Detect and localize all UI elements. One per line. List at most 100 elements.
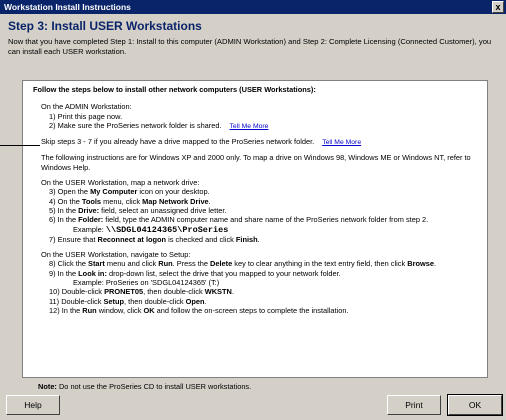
step-text: Ensure that [57, 234, 98, 244]
step-number: 6) [49, 215, 58, 225]
ok-button[interactable]: OK [447, 394, 503, 416]
step-text: . [204, 296, 207, 306]
step-text: Browse [407, 259, 434, 269]
step-text: menu, click [101, 196, 143, 206]
print-button[interactable]: Print [387, 395, 441, 415]
map-step: 7) Ensure that Reconnect at logon is che… [33, 235, 479, 244]
close-icon[interactable]: x [492, 1, 504, 13]
step-text: , then double-click [143, 287, 205, 297]
step-text: Tools [81, 196, 102, 206]
panel-heading: Follow the steps below to install other … [33, 85, 316, 94]
step-text: Double-click [61, 287, 105, 297]
map-header: On the USER Workstation, map a network d… [41, 178, 200, 188]
step-text: Double-click [61, 296, 104, 306]
step-text: . [208, 196, 211, 206]
step-text: Map Network Drive [142, 196, 209, 206]
admin-step: 1) Print this page now. [33, 112, 479, 121]
step-text: , then double-click [124, 296, 186, 306]
step-text: window, click [96, 305, 144, 315]
step-text: Run [82, 305, 97, 315]
step-text: Finish [235, 234, 258, 244]
step-number: 4) [49, 196, 58, 206]
footer-note: Note: Do not use the ProSeries CD to ins… [38, 382, 251, 391]
step-text: drop-down list, select the drive that yo… [106, 268, 341, 278]
map-step: 6) In the Folder: field, type the ADMIN … [33, 215, 479, 224]
step-text: Delete [210, 259, 233, 269]
map-step: 5) In the Drive: field, select an unassi… [33, 206, 479, 215]
map-steps-list: 3) Open the My Computer icon on your des… [33, 187, 479, 224]
setup-steps-list-2: 10) Double-click PRONET05, then double-c… [33, 287, 479, 315]
step-text: menu and click [104, 259, 159, 269]
step-text: field, select an unassigned drive letter… [99, 205, 227, 215]
example-label: Example: [73, 224, 104, 234]
step-number: 5) [49, 205, 58, 215]
step-title: Step 3: Install USER Workstations [8, 19, 202, 33]
step-number: 9) [49, 268, 58, 278]
setup-step: 9) In the Look in: drop-down list, selec… [33, 269, 479, 278]
step-number: 12) [49, 305, 62, 315]
note-label: Note: [38, 382, 57, 391]
step-text: . [231, 287, 234, 297]
step-text: Start [88, 259, 105, 269]
step-text: On the [57, 196, 82, 206]
step-number: 11) [49, 296, 62, 306]
setup-step: 10) Double-click PRONET05, then double-c… [33, 287, 479, 296]
step-text: Drive: [78, 205, 100, 215]
tell-me-more-link-skip[interactable]: Tell Me More [322, 139, 361, 146]
step-text: key to clear anything in the text entry … [232, 259, 408, 269]
setup-step: 8) Click the Start menu and click Run. P… [33, 259, 479, 268]
step-text: Open the [57, 187, 91, 197]
step-text: PRONET05 [104, 287, 144, 297]
step-7: 7) Ensure that Reconnect at logon is che… [33, 235, 479, 244]
example-line: Example: \\SDGL04124365\ProSeries [33, 225, 479, 235]
step-text: Look in: [78, 268, 107, 278]
note-text: Do not use the ProSeries CD to install U… [56, 382, 252, 391]
step-text: and follow the on-screen steps to comple… [154, 305, 349, 315]
step9-example: Example: ProSeries on 'SDGL04124365' (T:… [73, 278, 220, 288]
example-path: \\SDGL04124365\ProSeries [105, 224, 229, 235]
step-text: is checked and click [166, 234, 236, 244]
step-number: 10) [49, 287, 62, 297]
tell-me-more-link[interactable]: Tell Me More [230, 123, 269, 130]
step-text: In the [57, 215, 79, 225]
step-text: icon on your desktop. [137, 187, 210, 197]
skip-text-body: Skip steps 3 - 7 if you already have a d… [41, 137, 315, 147]
window-title: Workstation Install Instructions [4, 2, 131, 12]
step-text: Make sure the ProSeries network folder i… [57, 120, 222, 130]
step-text: . Press the [172, 259, 211, 269]
side-rule [0, 145, 40, 146]
step-number: 8) [49, 259, 58, 269]
step-text: . [433, 259, 437, 269]
step-text: WKSTN [204, 287, 232, 297]
step-text: In the [57, 268, 79, 278]
step-number: 1) [49, 111, 58, 121]
admin-header: On the ADMIN Workstation: [41, 102, 132, 112]
step-number: 2) [49, 120, 58, 130]
step-text: field, type the ADMIN computer name and … [103, 215, 429, 225]
step-text: Print this page now. [57, 111, 123, 121]
admin-steps-list: 1) Print this page now. 2) Make sure the … [33, 112, 479, 132]
step-text: Click the [57, 259, 89, 269]
step-text: Reconnect at logon [97, 234, 167, 244]
step-text: OK [143, 305, 155, 315]
admin-step: 2) Make sure the ProSeries network folde… [33, 121, 479, 131]
title-bar: Workstation Install Instructions x [0, 0, 506, 14]
help-button[interactable]: Help [6, 395, 60, 415]
step-text: Setup [103, 296, 125, 306]
winxp-note: The following instructions are for Windo… [41, 153, 471, 172]
instructions-panel: Follow the steps below to install other … [22, 80, 488, 378]
step-text: My Computer [90, 187, 138, 197]
step-number: 3) [49, 187, 58, 197]
step-text: . [257, 234, 260, 244]
step-text: In the [57, 205, 79, 215]
instructions-content: Follow the steps below to install other … [33, 85, 479, 315]
setup-step: 11) Double-click Setup, then double-clic… [33, 297, 479, 306]
setup-step: 12) In the Run window, click OK and foll… [33, 306, 479, 315]
intro-text: Now that you have completed Step 1: Inst… [8, 37, 492, 56]
instructions-window: Workstation Install Instructions x Step … [0, 0, 506, 420]
skip-text: Skip steps 3 - 7 if you already have a d… [33, 137, 479, 147]
step-text: Open [185, 296, 205, 306]
map-step: 4) On the Tools menu, click Map Network … [33, 197, 479, 206]
step-text: Run [158, 259, 173, 269]
setup-header: On the USER Workstation, navigate to Set… [41, 250, 191, 260]
